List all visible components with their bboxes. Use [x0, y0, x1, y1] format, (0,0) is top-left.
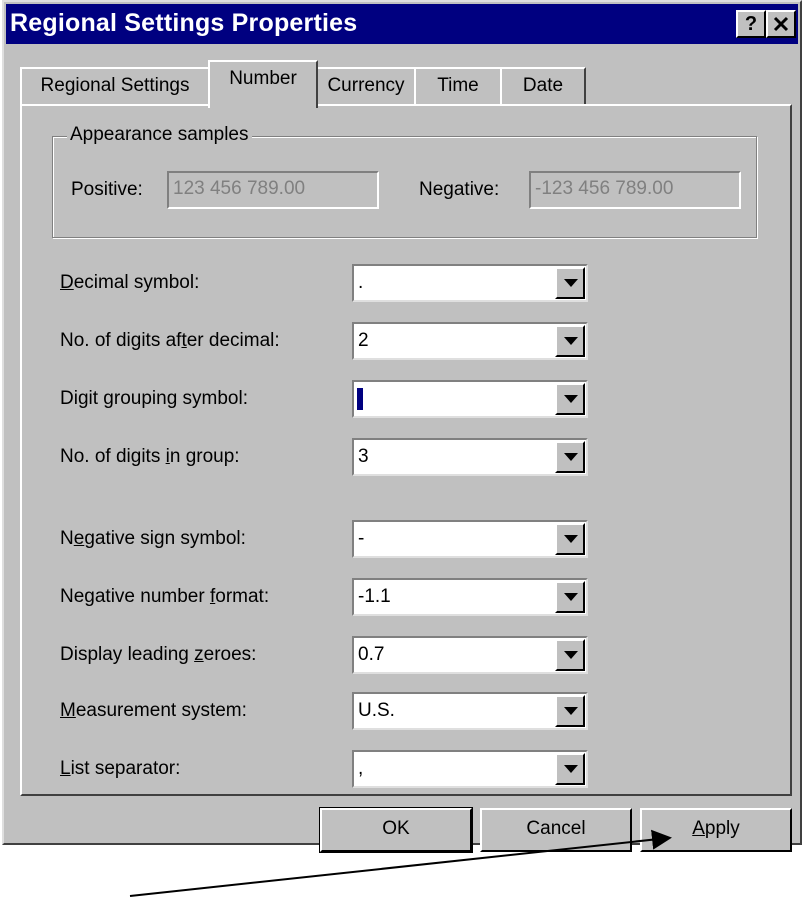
negative-label: Negative: — [419, 179, 500, 200]
chevron-down-icon — [564, 535, 578, 543]
tab-number[interactable]: Number — [208, 60, 318, 108]
measurement-system-combo[interactable]: U.S. — [352, 692, 588, 730]
chevron-down-icon — [564, 707, 578, 715]
decimal-symbol-combo[interactable]: . — [352, 264, 588, 302]
digit-grouping-symbol-label: Digit grouping symbol: — [60, 388, 248, 409]
dropdown-button[interactable] — [555, 581, 585, 613]
negative-sign-symbol-label: Negative sign symbol: — [60, 528, 246, 549]
tab-currency[interactable]: Currency — [316, 67, 416, 105]
negative-number-format-combo[interactable]: -1.1 — [352, 578, 588, 616]
dropdown-button[interactable] — [555, 441, 585, 473]
selection-highlight — [357, 388, 363, 410]
title-bar[interactable]: Regional Settings Properties ? — [6, 4, 798, 44]
combo-value: U.S. — [358, 700, 395, 721]
digit-grouping-symbol-combo[interactable] — [352, 380, 588, 418]
tab-date[interactable]: Date — [500, 67, 586, 105]
help-button[interactable]: ? — [736, 10, 766, 38]
positive-label: Positive: — [71, 179, 143, 200]
chevron-down-icon — [564, 453, 578, 461]
positive-sample-field: 123 456 789.00 — [167, 171, 379, 209]
combo-value: 3 — [358, 446, 369, 467]
negative-sample-field: -123 456 789.00 — [529, 171, 741, 209]
dropdown-button[interactable] — [555, 523, 585, 555]
negative-sign-symbol-combo[interactable]: - — [352, 520, 588, 558]
dropdown-button[interactable] — [555, 639, 585, 671]
dialog-window: Regional Settings Properties ? Regional … — [2, 0, 802, 853]
digits-in-group-label: No. of digits in group: — [60, 446, 240, 467]
digits-after-decimal-label: No. of digits after decimal: — [60, 330, 280, 351]
measurement-system-label: Measurement system: — [60, 700, 247, 721]
combo-value: . — [358, 272, 364, 293]
chevron-down-icon — [564, 279, 578, 287]
window-title: Regional Settings Properties — [10, 9, 358, 37]
chevron-down-icon — [564, 765, 578, 773]
chevron-down-icon — [564, 395, 578, 403]
dropdown-button[interactable] — [555, 753, 585, 785]
tab-regional-settings[interactable]: Regional Settings — [20, 67, 210, 105]
digits-after-decimal-combo[interactable]: 2 — [352, 322, 588, 360]
digits-in-group-combo[interactable]: 3 — [352, 438, 588, 476]
dropdown-button[interactable] — [555, 267, 585, 299]
cancel-button[interactable]: Cancel — [480, 808, 632, 852]
tab-time[interactable]: Time — [414, 67, 502, 105]
negative-number-format-label: Negative number format: — [60, 586, 270, 607]
combo-value: 2 — [358, 330, 369, 351]
combo-value: -1.1 — [358, 586, 391, 607]
list-separator-label: List separator: — [60, 758, 181, 779]
dropdown-button[interactable] — [555, 325, 585, 357]
chevron-down-icon — [564, 337, 578, 345]
dropdown-button[interactable] — [555, 695, 585, 727]
apply-button[interactable]: Apply — [640, 808, 792, 852]
ok-button[interactable]: OK — [319, 807, 473, 853]
close-icon — [773, 16, 789, 32]
group-label: Appearance samples — [67, 124, 252, 146]
display-leading-zeroes-combo[interactable]: 0.7 — [352, 636, 588, 674]
chevron-down-icon — [564, 593, 578, 601]
decimal-symbol-label: Decimal symbol: — [60, 272, 200, 293]
appearance-samples-group: Appearance samples Positive: 123 456 789… — [52, 124, 757, 238]
combo-value: , — [358, 758, 364, 779]
display-leading-zeroes-label: Display leading zeroes: — [60, 644, 257, 665]
dropdown-button[interactable] — [555, 383, 585, 415]
list-separator-combo[interactable]: , — [352, 750, 588, 788]
number-tab-panel: Appearance samples Positive: 123 456 789… — [20, 104, 792, 796]
close-button[interactable] — [766, 10, 796, 38]
combo-value: 0.7 — [358, 644, 385, 665]
combo-value: - — [358, 528, 365, 549]
chevron-down-icon — [564, 651, 578, 659]
